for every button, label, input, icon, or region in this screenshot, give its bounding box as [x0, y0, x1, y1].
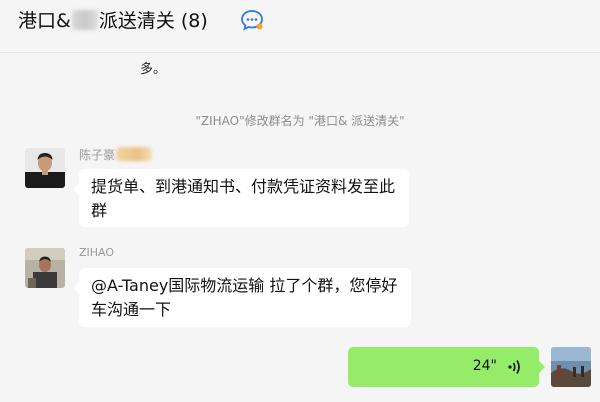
- chat-header: 港口& 派送清关 (8): [0, 0, 600, 53]
- voice-duration: 24": [472, 358, 497, 374]
- member-count: (8): [180, 10, 208, 32]
- avatar[interactable]: [25, 248, 65, 288]
- sender-name: 陈子豪: [79, 146, 153, 163]
- avatar-photo: [25, 148, 65, 188]
- title-suffix: 派送清关: [98, 10, 175, 32]
- previous-message-fragment: 多。: [140, 62, 167, 77]
- avatar[interactable]: [25, 148, 65, 188]
- message-line: 提货单、到港通知书、付款凭证资料发至此: [91, 177, 396, 196]
- message-bubble[interactable]: 提货单、到港通知书、付款凭证资料发至此 群: [73, 169, 409, 227]
- redacted-region: [71, 10, 98, 30]
- sender-name: ZIHAO: [79, 246, 115, 259]
- avatar-photo: [25, 248, 65, 288]
- title-prefix: 港口&: [18, 10, 71, 32]
- message-line: 车沟通一下: [91, 300, 172, 319]
- voice-message-bubble[interactable]: 24": [348, 347, 545, 387]
- message-line: @A-Taney国际物流运输 拉了个群，您停好: [91, 276, 398, 295]
- chat-title[interactable]: 港口& 派送清关 (8): [18, 6, 208, 33]
- system-notice: "ZIHAO"修改群名为 "港口& 派送清关": [195, 114, 405, 128]
- avatar-photo: [551, 347, 591, 387]
- avatar[interactable]: [551, 347, 591, 387]
- message-bubble[interactable]: @A-Taney国际物流运输 拉了个群，您停好 车沟通一下: [73, 268, 411, 327]
- sender-name-text: 陈子豪: [79, 148, 116, 162]
- message-line: 群: [91, 201, 108, 220]
- redacted-region: [116, 147, 153, 161]
- chat-bubble-icon[interactable]: [240, 9, 264, 31]
- voice-wave-icon: [508, 360, 520, 374]
